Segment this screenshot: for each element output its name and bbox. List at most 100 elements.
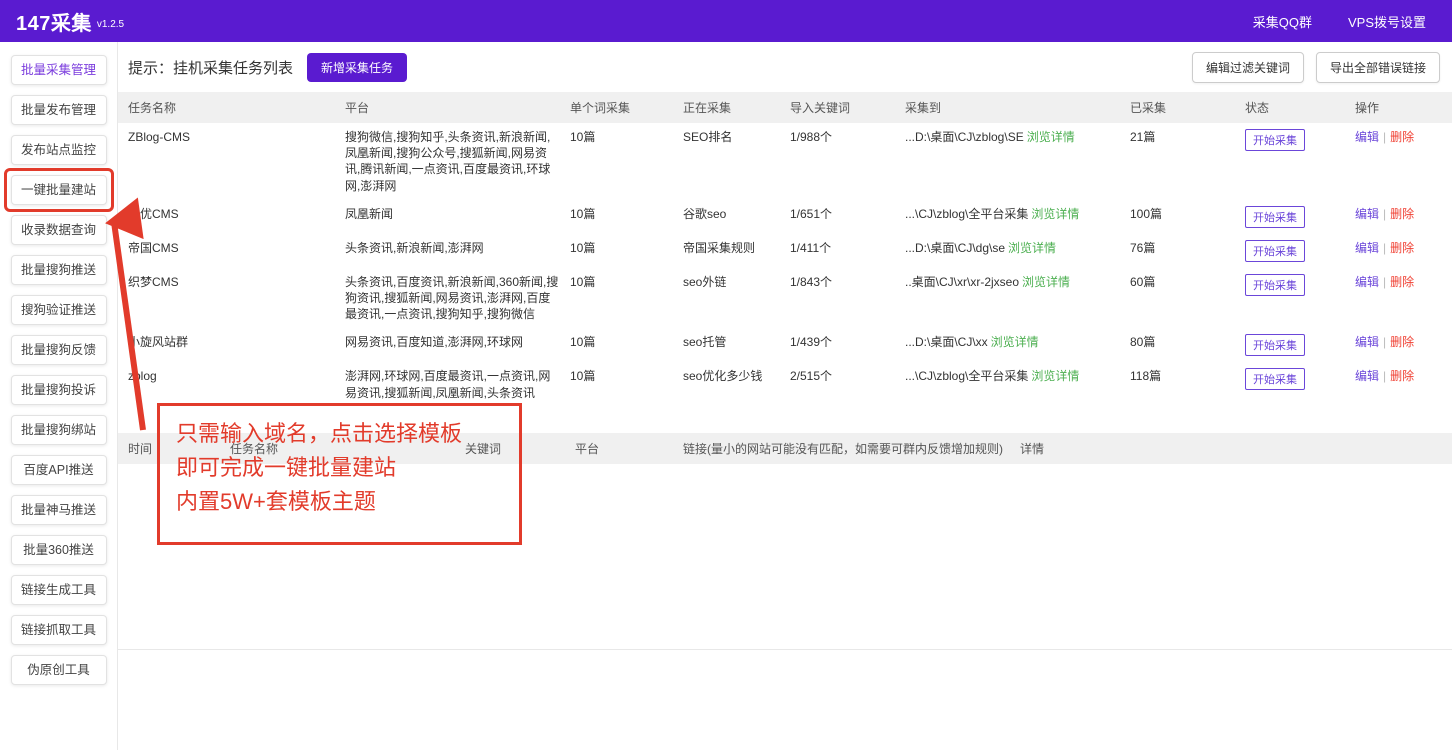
start-collect-button[interactable]: 开始采集 (1245, 368, 1305, 390)
start-collect-button[interactable]: 开始采集 (1245, 274, 1305, 296)
annotation-line: 即可完成一键批量建站 (176, 451, 519, 485)
edit-link[interactable]: 编辑 (1355, 130, 1379, 144)
action-separator: | (1383, 207, 1386, 221)
top-header: 147采集 v1.2.5 采集QQ群 VPS拨号设置 (0, 0, 1452, 42)
table-row: 小旋风站群 网易资讯,百度知道,澎湃网,环球网 10篇 seo托管 1/439个… (118, 328, 1452, 362)
collecting-keyword: seo外链 (683, 268, 790, 329)
col-collecting: 正在采集 (683, 92, 790, 123)
action-separator: | (1383, 130, 1386, 144)
keyword-progress: 1/988个 (790, 123, 905, 200)
annotation-line: 只需输入域名，点击选择模板 (176, 417, 519, 451)
browse-detail-link[interactable]: 浏览详情 (1027, 130, 1075, 144)
save-path: ...\CJ\zblog\全平台采集 (905, 369, 1028, 383)
sidebar-item-360-push[interactable]: 批量360推送 (11, 535, 107, 565)
sidebar-item-one-click-site[interactable]: 一键批量建站 (11, 175, 107, 205)
task-name: ZBlog-CMS (118, 123, 345, 200)
start-collect-button[interactable]: 开始采集 (1245, 240, 1305, 262)
delete-link[interactable]: 删除 (1390, 369, 1414, 383)
edit-link[interactable]: 编辑 (1355, 335, 1379, 349)
collecting-keyword: 谷歌seo (683, 200, 790, 234)
save-path: ...D:\桌面\CJ\zblog\SE (905, 130, 1024, 144)
per-word-count: 10篇 (570, 200, 683, 234)
per-word-count: 10篇 (570, 362, 683, 406)
add-task-button[interactable]: 新增采集任务 (307, 53, 407, 82)
save-path: ...D:\桌面\CJ\xx (905, 335, 988, 349)
browse-detail-link[interactable]: 浏览详情 (1022, 275, 1070, 289)
edit-filter-keywords-button[interactable]: 编辑过滤关键词 (1192, 52, 1304, 83)
action-separator: | (1383, 241, 1386, 255)
table-row: ZBlog-CMS 搜狗微信,搜狗知乎,头条资讯,新浪新闻,凤凰新闻,搜狗公众号… (118, 123, 1452, 200)
sidebar-item-batch-collect[interactable]: 批量采集管理 (11, 55, 107, 85)
sidebar-item-index-query[interactable]: 收录数据查询 (11, 215, 107, 245)
task-platforms: 搜狗微信,搜狗知乎,头条资讯,新浪新闻,凤凰新闻,搜狗公众号,搜狐新闻,网易资讯… (345, 123, 570, 200)
col-collected: 已采集 (1130, 92, 1245, 123)
task-name: 小旋风站群 (118, 328, 345, 362)
sidebar-item-sogou-bind[interactable]: 批量搜狗绑站 (11, 415, 107, 445)
table-row: 织梦CMS 头条资讯,百度资讯,新浪新闻,360新闻,搜狗资讯,搜狐新闻,网易资… (118, 268, 1452, 329)
start-collect-button[interactable]: 开始采集 (1245, 206, 1305, 228)
collected-count: 80篇 (1130, 328, 1245, 362)
toolbar: 提示：挂机采集任务列表 新增采集任务 编辑过滤关键词 导出全部错误链接 (118, 42, 1452, 92)
table-row: 易优CMS 凤凰新闻 10篇 谷歌seo 1/651个 ...\CJ\zblog… (118, 200, 1452, 234)
col-actions: 操作 (1355, 92, 1452, 123)
start-collect-button[interactable]: 开始采集 (1245, 129, 1305, 151)
task-platforms: 网易资讯,百度知道,澎湃网,环球网 (345, 328, 570, 362)
edit-link[interactable]: 编辑 (1355, 369, 1379, 383)
col-save-path: 采集到 (905, 92, 1130, 123)
nav-vps-settings[interactable]: VPS拨号设置 (1348, 12, 1426, 31)
task-name: zblog (118, 362, 345, 406)
action-separator: | (1383, 335, 1386, 349)
page-title: 提示：挂机采集任务列表 (128, 57, 293, 78)
table-row: 帝国CMS 头条资讯,新浪新闻,澎湃网 10篇 帝国采集规则 1/411个 ..… (118, 234, 1452, 268)
collecting-keyword: SEO排名 (683, 123, 790, 200)
browse-detail-link[interactable]: 浏览详情 (1031, 369, 1079, 383)
keyword-progress: 1/411个 (790, 234, 905, 268)
edit-link[interactable]: 编辑 (1355, 207, 1379, 221)
col-link: 链接(量小的网站可能没有匹配，如需要可群内反馈增加规则) (683, 433, 1020, 464)
export-error-links-button[interactable]: 导出全部错误链接 (1316, 52, 1440, 83)
sidebar-item-sogou-complaint[interactable]: 批量搜狗投诉 (11, 375, 107, 405)
sidebar-item-link-grab[interactable]: 链接抓取工具 (11, 615, 107, 645)
edit-link[interactable]: 编辑 (1355, 241, 1379, 255)
keyword-progress: 1/651个 (790, 200, 905, 234)
task-table: 任务名称 平台 单个词采集 正在采集 导入关键词 采集到 已采集 状态 操作 Z… (118, 92, 1452, 407)
browse-detail-link[interactable]: 浏览详情 (1008, 241, 1056, 255)
col-per-word: 单个词采集 (570, 92, 683, 123)
delete-link[interactable]: 删除 (1390, 275, 1414, 289)
browse-detail-link[interactable]: 浏览详情 (1031, 207, 1079, 221)
delete-link[interactable]: 删除 (1390, 335, 1414, 349)
sidebar-item-sogou-push[interactable]: 批量搜狗推送 (11, 255, 107, 285)
collected-count: 60篇 (1130, 268, 1245, 329)
annotation-line: 内置5W+套模板主题 (176, 485, 519, 519)
sidebar-item-sogou-verify[interactable]: 搜狗验证推送 (11, 295, 107, 325)
per-word-count: 10篇 (570, 123, 683, 200)
delete-link[interactable]: 删除 (1390, 207, 1414, 221)
edit-link[interactable]: 编辑 (1355, 275, 1379, 289)
delete-link[interactable]: 删除 (1390, 241, 1414, 255)
col-status: 状态 (1245, 92, 1355, 123)
sidebar-item-batch-publish[interactable]: 批量发布管理 (11, 95, 107, 125)
sidebar-item-pseudo-original[interactable]: 伪原创工具 (11, 655, 107, 685)
keyword-progress: 1/843个 (790, 268, 905, 329)
sidebar: 批量采集管理 批量发布管理 发布站点监控 一键批量建站 收录数据查询 批量搜狗推… (0, 42, 118, 750)
sidebar-item-shenma-push[interactable]: 批量神马推送 (11, 495, 107, 525)
per-word-count: 10篇 (570, 328, 683, 362)
sidebar-item-baidu-api[interactable]: 百度API推送 (11, 455, 107, 485)
delete-link[interactable]: 删除 (1390, 130, 1414, 144)
sidebar-item-link-generate[interactable]: 链接生成工具 (11, 575, 107, 605)
col-keywords: 导入关键词 (790, 92, 905, 123)
app-window: 147采集 v1.2.5 采集QQ群 VPS拨号设置 批量采集管理 批量发布管理… (0, 0, 1452, 750)
sidebar-item-site-monitor[interactable]: 发布站点监控 (11, 135, 107, 165)
per-word-count: 10篇 (570, 268, 683, 329)
col-platform: 平台 (345, 92, 570, 123)
sidebar-item-sogou-feedback[interactable]: 批量搜狗反馈 (11, 335, 107, 365)
start-collect-button[interactable]: 开始采集 (1245, 334, 1305, 356)
browse-detail-link[interactable]: 浏览详情 (991, 335, 1039, 349)
task-platforms: 头条资讯,百度资讯,新浪新闻,360新闻,搜狗资讯,搜狐新闻,网易资讯,澎湃网,… (345, 268, 570, 329)
brand-logo: 147采集 (16, 7, 92, 36)
save-path: ..桌面\CJ\xr\xr-2jxseo (905, 275, 1019, 289)
save-path: ...\CJ\zblog\全平台采集 (905, 207, 1028, 221)
per-word-count: 10篇 (570, 234, 683, 268)
nav-qq-group[interactable]: 采集QQ群 (1253, 12, 1312, 31)
version-label: v1.2.5 (97, 19, 124, 30)
